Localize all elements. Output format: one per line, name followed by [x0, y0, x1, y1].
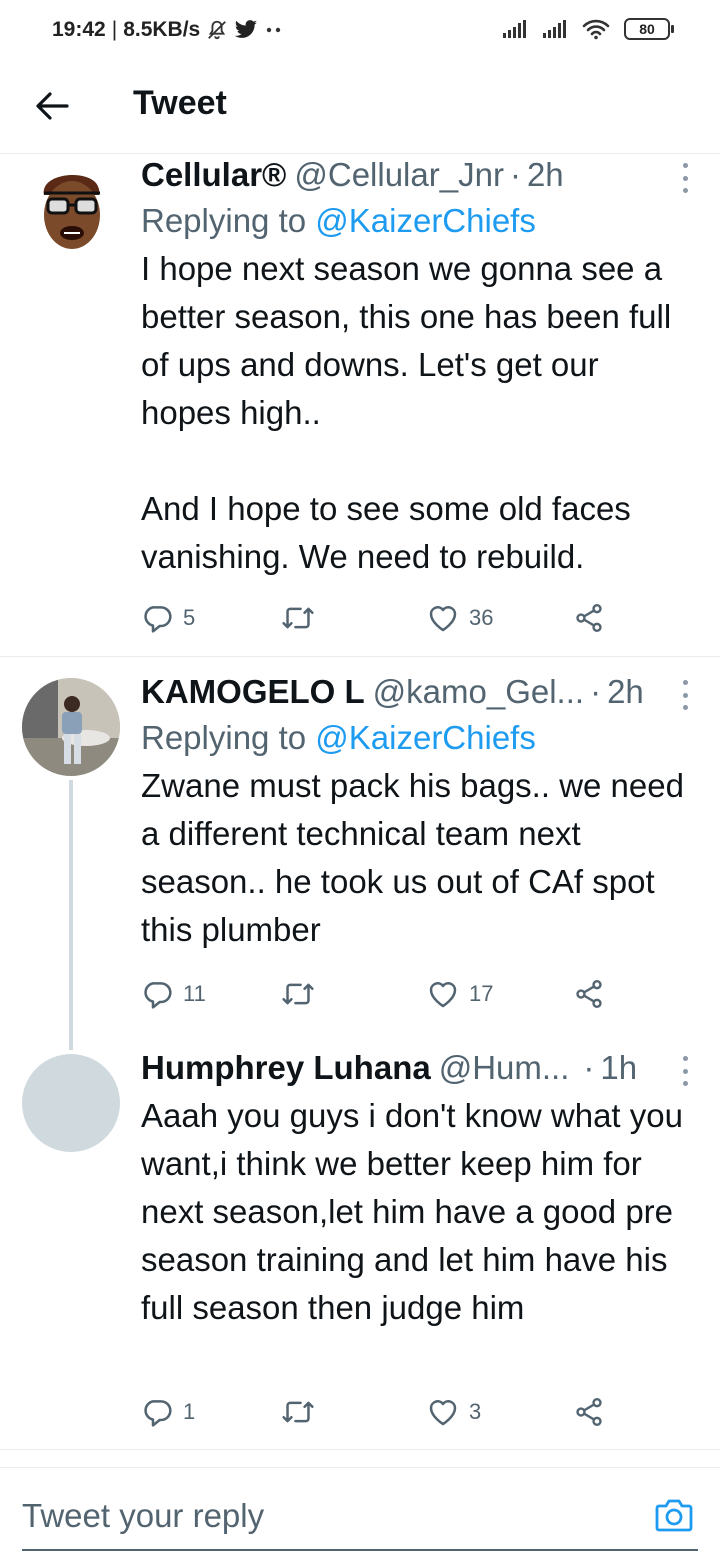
top-app-bar: Tweet [0, 64, 720, 154]
author-name[interactable]: Humphrey Luhana [141, 1048, 431, 1088]
page-title: Tweet [133, 84, 227, 122]
like-count: 36 [469, 605, 494, 630]
reply-button[interactable]: 1 [141, 1396, 281, 1428]
tweet[interactable]: KAMOGELO L @kamo_Gel... · 2h Replying to… [0, 658, 720, 1050]
heart-icon [429, 1400, 457, 1426]
replying-to: Replying to @KaizerChiefs [141, 201, 694, 241]
retweet-button[interactable] [281, 979, 427, 1009]
tweet-actions: 1 3 [141, 1396, 605, 1428]
mention-link[interactable]: @KaizerChiefs [315, 719, 536, 756]
like-button[interactable]: 3 [427, 1397, 573, 1427]
reply-count: 1 [183, 1399, 196, 1424]
like-button[interactable]: 36 [427, 603, 573, 633]
reply-icon [144, 606, 172, 633]
more-options-button[interactable] [680, 680, 690, 710]
twitter-bird-icon [235, 20, 258, 38]
mute-icon [208, 20, 227, 40]
replying-label: Replying to [141, 202, 316, 239]
author-name[interactable]: Cellular® [141, 155, 286, 195]
replying-to: Replying to @KaizerChiefs [141, 718, 694, 758]
status-speed: 8.5KB/s [123, 18, 201, 41]
heart-icon [429, 606, 457, 632]
reply-button[interactable]: 11 [141, 978, 281, 1010]
wifi-icon [582, 19, 610, 40]
camera-button[interactable] [654, 1496, 694, 1534]
share-button[interactable] [573, 978, 605, 1010]
tweet-text: I hope next season we gonna see a better… [141, 250, 672, 575]
share-icon [576, 980, 602, 1008]
share-button[interactable] [573, 1396, 605, 1428]
avatar-photo [22, 678, 120, 776]
separator-dot: · [509, 156, 521, 193]
tweet-actions: 5 36 [141, 602, 605, 634]
tweet-text: Aaah you guys i don't know what you want… [141, 1097, 693, 1326]
author-handle[interactable]: @Hum... [439, 1048, 570, 1088]
signal-icon [543, 20, 566, 38]
replying-label: Replying to [141, 719, 316, 756]
separator-dot: · [590, 673, 602, 710]
avatar[interactable] [22, 1054, 120, 1152]
reply-count: 11 [183, 981, 206, 1006]
retweet-button[interactable] [281, 603, 427, 633]
status-separator: | [111, 18, 118, 41]
tweet[interactable]: Humphrey Luhana @Hum... · 1h Aaah you gu… [0, 1030, 720, 1450]
reply-input[interactable] [22, 1494, 582, 1538]
more-options-button[interactable] [680, 163, 690, 193]
reply-underline [22, 1549, 698, 1551]
back-button[interactable] [30, 84, 74, 128]
share-icon [576, 1398, 602, 1426]
heart-icon [429, 982, 457, 1008]
status-time: 19:42 [52, 18, 106, 41]
author-name[interactable]: KAMOGELO L [141, 672, 365, 712]
camera-icon [655, 1499, 693, 1532]
author-handle[interactable]: @Cellular_Jnr [294, 155, 504, 195]
reply-icon [144, 982, 172, 1009]
tweet-time: 1h [600, 1049, 638, 1086]
thread-line [69, 780, 73, 1050]
status-right: 80 [502, 18, 674, 40]
retweet-icon [282, 607, 314, 629]
arrow-left-icon [36, 92, 69, 120]
avatar[interactable] [22, 678, 120, 776]
reply-count: 5 [183, 605, 196, 630]
tweet-time: 2h [607, 673, 644, 710]
avatar[interactable] [22, 163, 120, 261]
reply-icon [144, 1400, 172, 1427]
mention-link[interactable]: @KaizerChiefs [315, 202, 536, 239]
tweet-text: Zwane must pack his bags.. we need a dif… [141, 767, 694, 948]
share-icon [576, 604, 602, 632]
avatar-illustration [43, 174, 100, 249]
like-count: 3 [469, 1399, 482, 1424]
more-dots-icon [267, 27, 281, 33]
retweet-icon [282, 1401, 314, 1423]
tweet[interactable]: Cellular® @Cellular_Jnr · 2h Replying to… [0, 155, 720, 657]
more-options-button[interactable] [680, 1056, 690, 1086]
status-left: 19:42 | 8.5KB/s [52, 18, 284, 42]
like-button[interactable]: 17 [427, 979, 573, 1009]
reply-button[interactable]: 5 [141, 602, 281, 634]
tweet-time: 2h [526, 156, 564, 193]
share-button[interactable] [573, 602, 605, 634]
like-count: 17 [469, 981, 494, 1006]
retweet-icon [282, 983, 314, 1005]
author-handle[interactable]: @kamo_Gel... [373, 672, 584, 712]
separator-dot: · [583, 1049, 595, 1086]
battery-icon: 80 [624, 18, 674, 40]
tweet-actions: 11 17 [141, 978, 605, 1010]
signal-icon [503, 20, 526, 38]
tweet-header: KAMOGELO L @kamo_Gel... · 2h [141, 672, 694, 712]
tweet-header: Humphrey Luhana @Hum... · 1h [141, 1048, 694, 1088]
reply-bar [0, 1467, 720, 1560]
retweet-button[interactable] [281, 1397, 427, 1427]
status-bar: 19:42 | 8.5KB/s 80 [0, 0, 720, 64]
tweet-header: Cellular® @Cellular_Jnr · 2h [141, 155, 694, 195]
